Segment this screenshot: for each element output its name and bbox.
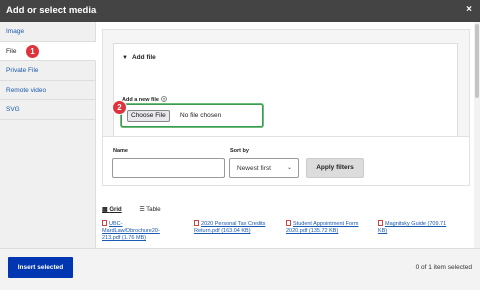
grid-view-link[interactable]: ▦ Grid xyxy=(102,207,130,213)
pdf-file-icon xyxy=(102,220,107,226)
sort-by-select[interactable]: Newest first ⌄ xyxy=(229,158,299,178)
name-filter-label: Name xyxy=(113,148,128,154)
media-card-link[interactable]: Student Appointment Form 2020.pdf (135.7… xyxy=(286,221,358,234)
add-file-section: ▼ Add file Add a new file? Choose File No… xyxy=(102,29,470,146)
media-card-link[interactable]: Magnitsky Guide (709.71 KB) xyxy=(378,221,446,234)
filters-section: Name Sort by Newest first ⌄ Apply filter… xyxy=(102,136,470,186)
scrollbar-thumb[interactable] xyxy=(475,24,479,98)
add-file-details: ▼ Add file Add a new file? Choose File No… xyxy=(112,43,458,139)
selection-count: 0 of 1 item selected xyxy=(415,264,472,271)
dialog-footer: Insert selected 0 of 1 item selected xyxy=(0,248,480,290)
main-scrollbar[interactable] xyxy=(474,22,480,248)
new-file-label: Add a new file? xyxy=(122,96,167,103)
media-main-panel: ▼ Add file Add a new file? Choose File No… xyxy=(96,22,480,248)
add-file-summary[interactable]: ▼ Add file xyxy=(122,54,156,61)
table-view-label: Table xyxy=(146,207,161,213)
step-badge-1: 1 xyxy=(25,43,40,59)
dialog-titlebar: Add or select media × xyxy=(0,0,480,22)
tab-label: Image xyxy=(6,28,25,35)
tab-label: Private File xyxy=(6,67,39,74)
grid-view-label: Grid xyxy=(109,207,122,213)
chevron-down-icon: ⌄ xyxy=(286,165,292,171)
media-grid: UBC- MardLaw/Dbrochure20- 213.pdf (1.76 … xyxy=(102,220,472,248)
media-card[interactable]: Student Appointment Form 2020.pdf (135.7… xyxy=(286,220,370,248)
close-icon[interactable]: × xyxy=(466,4,472,15)
tab-file[interactable]: File 1 xyxy=(0,41,96,61)
tab-private-file[interactable]: Private File xyxy=(0,61,95,81)
apply-filters-button[interactable]: Apply filters xyxy=(306,158,364,178)
media-dialog: Add or select media × Image File 1 Priva… xyxy=(0,0,480,290)
tab-image[interactable]: Image xyxy=(0,22,95,42)
tab-label: Remote video xyxy=(6,86,47,94)
tab-svg[interactable]: SVG xyxy=(0,100,95,120)
sort-by-value: Newest first xyxy=(237,165,271,172)
help-icon: ? xyxy=(160,96,167,102)
chevron-down-icon: ▼ xyxy=(122,55,128,61)
step-badge-2: 2 xyxy=(112,100,127,115)
tab-remote-video[interactable]: Remote video xyxy=(0,81,95,100)
view-switcher: ▦ Grid ☰ Table xyxy=(102,206,177,213)
pdf-file-icon xyxy=(378,220,383,226)
media-card[interactable]: UBC- MardLaw/Dbrochure20- 213.pdf (1.76 … xyxy=(102,220,186,248)
media-card-link[interactable]: UBC- MardLaw/Dbrochure20- 213.pdf (1.76 … xyxy=(102,221,160,241)
summary-label: Add file xyxy=(131,54,156,61)
tab-label: SVG xyxy=(6,106,20,113)
media-type-sidebar: Image File 1 Private File Remote video S… xyxy=(0,22,96,248)
name-filter-input[interactable] xyxy=(112,158,225,178)
pdf-file-icon xyxy=(194,220,199,226)
sort-by-label: Sort by xyxy=(230,148,249,154)
dialog-title: Add or select media xyxy=(6,5,97,16)
new-file-label-text: Add a new file xyxy=(122,97,159,103)
insert-selected-button[interactable]: Insert selected xyxy=(8,257,73,278)
media-card-link[interactable]: 2020 Personal Tax Credits Return.pdf (16… xyxy=(194,221,265,234)
media-card[interactable]: 2020 Personal Tax Credits Return.pdf (16… xyxy=(194,220,278,248)
table-view-link[interactable]: ☰ Table xyxy=(139,207,168,213)
choose-file-button[interactable]: Choose File xyxy=(127,110,170,122)
file-upload-field[interactable]: Choose File No file chosen xyxy=(121,104,263,127)
tab-label: File xyxy=(6,47,17,55)
pdf-file-icon xyxy=(286,220,291,226)
file-status-text: No file chosen xyxy=(180,112,222,119)
media-card[interactable]: Magnitsky Guide (709.71 KB) xyxy=(378,220,462,248)
